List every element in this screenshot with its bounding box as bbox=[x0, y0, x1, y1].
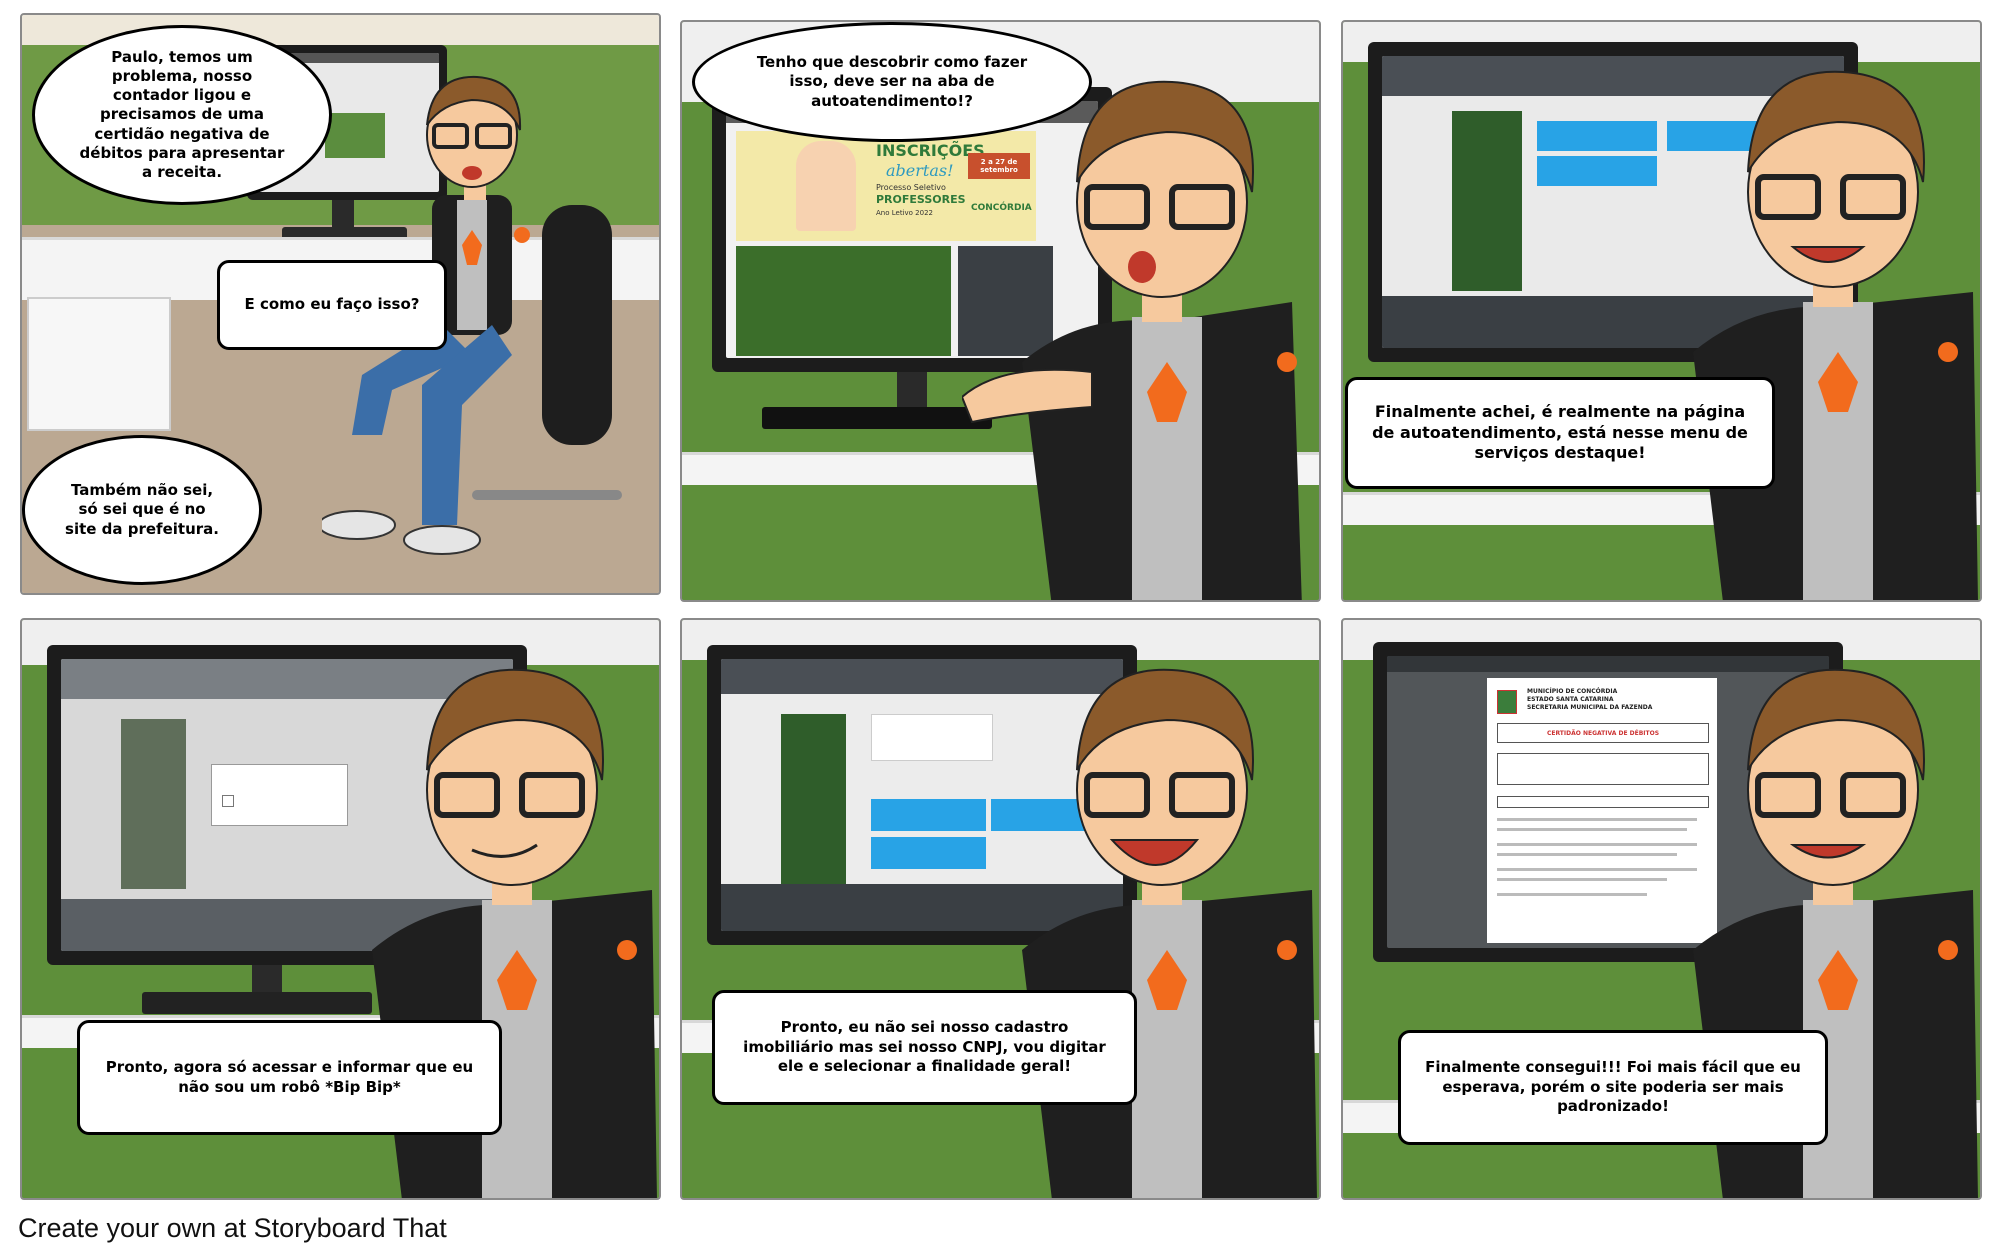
comic-panel-4: Pronto, agora só acessar e informar que … bbox=[20, 618, 661, 1200]
doc-header-3: SECRETARIA MUNICIPAL DA FAZENDA bbox=[1527, 704, 1653, 711]
speech-box-1: Finalmente consegui!!! Foi mais fácil qu… bbox=[1398, 1030, 1828, 1145]
site-photo bbox=[736, 246, 951, 356]
speech-box-1: Finalmente achei, é realmente na página … bbox=[1345, 377, 1775, 489]
doc-header-1: MUNICÍPIO DE CONCÓRDIA bbox=[1527, 688, 1618, 695]
banner-year: Ano Letivo 2022 bbox=[876, 209, 933, 217]
storyboard-credit[interactable]: Create your own at Storyboard That bbox=[18, 1213, 447, 1244]
site-menu bbox=[1452, 111, 1522, 291]
monitor-stand bbox=[897, 372, 927, 407]
banner-sub1: Processo Seletivo bbox=[876, 183, 946, 192]
paulo-character bbox=[962, 80, 1302, 600]
character-head bbox=[426, 75, 522, 200]
service-tile bbox=[871, 799, 986, 831]
drawer-cabinet bbox=[27, 297, 171, 431]
comic-panel-5: Pronto, eu não sei nosso cadastro imobil… bbox=[680, 618, 1321, 1200]
banner-script: abertas! bbox=[886, 161, 954, 180]
speech-bubble-1: Paulo, temos um problema, nosso contador… bbox=[32, 25, 332, 205]
doc-header-2: ESTADO SANTA CATARINA bbox=[1527, 696, 1614, 703]
comic-panel-3: Finalmente achei, é realmente na página … bbox=[1341, 20, 1982, 602]
speech-bubble-3: Também não sei, só sei que é no site da … bbox=[22, 435, 262, 585]
character-body bbox=[322, 195, 530, 555]
service-tile bbox=[1537, 121, 1657, 151]
site-menu bbox=[781, 714, 846, 884]
keyboard bbox=[762, 407, 992, 429]
speech-box-1: Pronto, eu não sei nosso cadastro imobil… bbox=[712, 990, 1137, 1105]
site-menu bbox=[121, 719, 186, 889]
speech-bubble-1: Tenho que descobrir como fazer isso, dev… bbox=[692, 22, 1092, 142]
paulo-character bbox=[1693, 70, 1978, 600]
monitor-stand bbox=[252, 965, 282, 995]
service-tile bbox=[1537, 156, 1657, 186]
speech-box-2: E como eu faço isso? bbox=[217, 260, 447, 350]
comic-panel-2: INSCRIÇÕES abertas! Processo Seletivo PR… bbox=[680, 20, 1321, 602]
speech-box-1: Pronto, agora só acessar e informar que … bbox=[77, 1020, 502, 1135]
comic-panel-1: Paulo, temos um problema, nosso contador… bbox=[20, 13, 661, 595]
banner-sub2: PROFESSORES bbox=[876, 193, 966, 206]
service-tile bbox=[871, 837, 986, 869]
comic-panel-6: MUNICÍPIO DE CONCÓRDIA ESTADO SANTA CATA… bbox=[1341, 618, 1982, 1200]
paulo-character bbox=[1022, 668, 1317, 1198]
